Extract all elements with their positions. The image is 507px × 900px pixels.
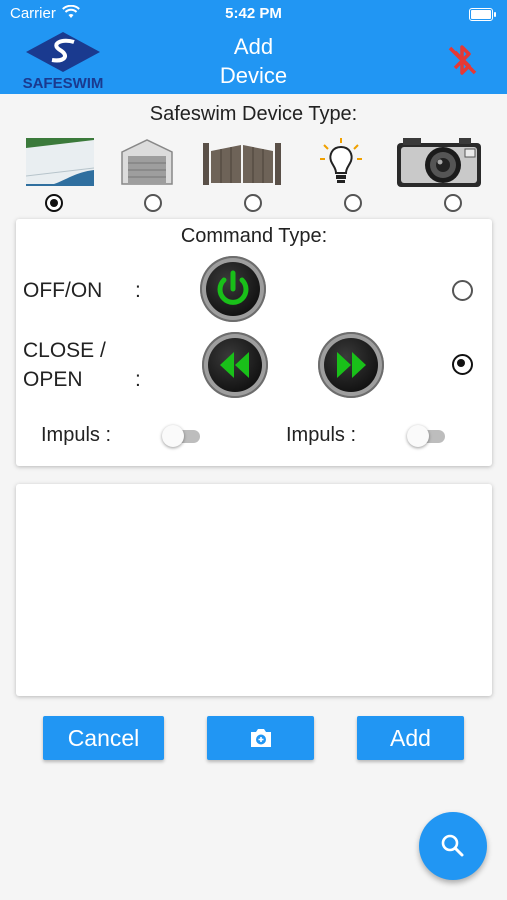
impuls-left-toggle[interactable] [162, 425, 202, 447]
device-type-gate[interactable] [203, 134, 281, 190]
gate-icon [203, 143, 281, 185]
off-on-label: OFF/ON [23, 279, 103, 302]
device-type-camera[interactable] [395, 134, 483, 190]
power-icon [217, 270, 249, 305]
device-type-radio-garage[interactable] [144, 194, 162, 212]
close-open-radio[interactable] [452, 354, 473, 375]
impuls-left-label: Impuls : [41, 424, 112, 446]
close-open-colon: : [135, 368, 141, 391]
open-button[interactable] [318, 332, 384, 398]
add-button[interactable]: Add [357, 716, 464, 760]
close-button[interactable] [202, 332, 268, 398]
device-type-radio-camera[interactable] [444, 194, 462, 212]
impuls-right-toggle[interactable] [407, 425, 447, 447]
command-type-label: Command Type: [180, 225, 328, 247]
light-bulb-icon [320, 138, 362, 183]
pool-cover-icon [26, 138, 94, 186]
device-type-label: Safeswim Device Type: [149, 103, 358, 125]
device-type-radio-light[interactable] [344, 194, 362, 212]
power-button[interactable] [200, 256, 266, 322]
cancel-button[interactable]: Cancel [43, 716, 164, 760]
garage-door-icon [121, 139, 173, 185]
page-title: Add Device [0, 32, 507, 90]
impuls-right-label: Impuls : [286, 424, 357, 446]
command-card: Command Type: OFF/ON : CLOSE / OPEN : Im… [16, 219, 492, 466]
device-type-garage[interactable] [120, 134, 174, 190]
device-type-radio-gate[interactable] [244, 194, 262, 212]
camera-icon [397, 138, 481, 187]
app-bar: SAFESWIM Add Device [0, 28, 507, 94]
off-on-radio[interactable] [452, 280, 473, 301]
close-label: CLOSE / [23, 339, 106, 362]
title-line-2: Device [219, 63, 288, 88]
preview-card [16, 484, 492, 696]
device-type-pool-cover[interactable] [26, 134, 94, 190]
search-icon [441, 834, 464, 857]
title-line-1: Add [233, 34, 274, 59]
clock: 5:42 PM [225, 5, 282, 22]
device-type-light[interactable] [318, 134, 364, 190]
add-photo-icon [251, 729, 271, 747]
rewind-icon [220, 352, 249, 378]
device-type-radio-pool[interactable] [45, 194, 63, 212]
bluetooth-disabled-icon[interactable] [442, 40, 482, 80]
battery-icon [469, 8, 496, 21]
add-photo-button[interactable] [207, 716, 314, 760]
open-label: OPEN [23, 368, 83, 391]
fast-forward-icon [337, 352, 366, 378]
off-on-colon: : [135, 279, 141, 302]
search-fab[interactable] [419, 812, 487, 880]
status-bar: Carrier 5:42 PM [0, 0, 507, 28]
